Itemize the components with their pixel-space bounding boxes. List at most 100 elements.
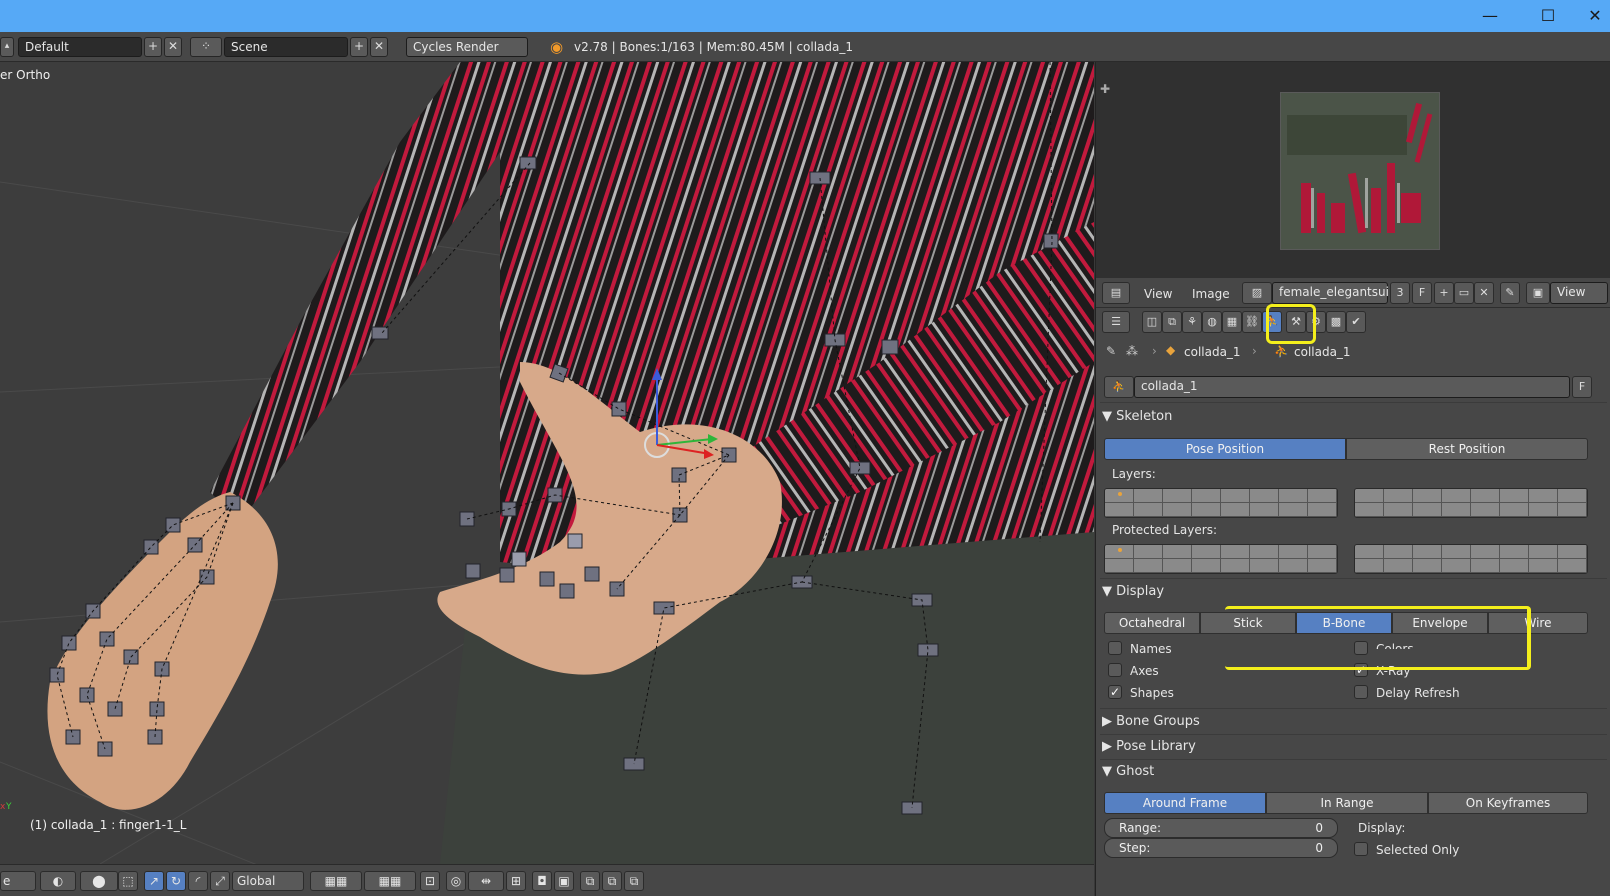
maximize-button[interactable]: ☐ [1528,4,1568,28]
add-layout-button[interactable]: + [144,37,162,57]
minimize-button[interactable]: — [1470,4,1510,28]
scene-icon[interactable]: ⁘ [190,37,222,57]
window-titlebar: — ☐ ✕ [0,0,1610,32]
menu-view[interactable]: View [1144,287,1172,301]
ghost-panel-header[interactable]: ▼ Ghost [1102,760,1605,784]
viewport-shading-select[interactable]: ◐ [40,871,76,891]
pose-library-panel-header[interactable]: ▶ Pose Library [1102,735,1605,759]
tab-texture-icon[interactable]: ▩ [1326,311,1346,333]
bone-groups-panel-header[interactable]: ▶ Bone Groups [1102,710,1605,734]
image-users-count[interactable]: 3 [1390,282,1410,304]
range-label: Range: [1119,821,1162,835]
protected-layers-grid-left[interactable] [1104,544,1338,574]
collapse-arrow-icon: ▼ [1102,409,1112,424]
ghost-title: Ghost [1116,764,1155,779]
layers-grid-2-icon[interactable]: ▦▦ [364,871,416,891]
editor-type-icon[interactable]: ▴ [0,37,14,57]
scene-field[interactable]: Scene [224,37,348,57]
skeleton-panel-header[interactable]: ▼ Skeleton [1102,405,1605,429]
breadcrumb-arrow-icon: › [1152,344,1157,358]
protected-layers-label: Protected Layers: [1112,523,1217,537]
new-image-icon[interactable]: + [1434,282,1454,304]
tab-world-icon[interactable]: ◍ [1202,311,1222,333]
ghost-around-frame-button[interactable]: Around Frame [1104,792,1266,814]
pose-paste-flip-icon[interactable]: ⧉ [624,871,644,891]
delay-refresh-checkbox[interactable] [1354,685,1368,699]
render-anim-icon[interactable]: ▣ [554,871,574,891]
render-still-icon[interactable]: ◘ [532,871,552,891]
tab-object-icon[interactable]: ▦ [1222,311,1242,333]
ghost-on-keyframes-button[interactable]: On Keyframes [1428,792,1588,814]
snap-target-icon[interactable]: ⊞ [506,871,526,891]
properties-header: ☰ ◫ ⧉ ⚘ ◍ ▦ ⛓ ⛹ ⚒ ⚙ ▩ ✔ [1096,308,1610,336]
delay-refresh-label: Delay Refresh [1376,686,1460,700]
menu-image[interactable]: Image [1192,287,1230,301]
remove-scene-button[interactable]: ✕ [370,37,388,57]
names-checkbox[interactable] [1108,641,1122,655]
editor-type-properties-icon[interactable]: ☰ [1102,311,1130,333]
tab-scene-icon[interactable]: ⚘ [1182,311,1202,333]
tab-render-layers-icon[interactable]: ⧉ [1162,311,1182,333]
layers-label: Layers: [1112,467,1156,481]
tab-constraints-icon[interactable]: ⛓ [1242,311,1262,333]
layers-grid-left[interactable] [1104,488,1338,518]
selected-only-checkbox[interactable] [1354,842,1368,856]
image-fake-user-button[interactable]: F [1412,282,1432,304]
armature-fake-user-button[interactable]: F [1572,376,1592,398]
image-name-field[interactable]: female_elegantsui... [1272,282,1400,304]
rotate-arc-icon[interactable]: ◜ [188,871,208,891]
rotate-manipulator-icon[interactable]: ↻ [166,871,186,891]
pin-image-icon[interactable]: ✎ [1500,282,1520,304]
breadcrumb-data[interactable]: collada_1 [1294,345,1351,359]
3d-viewport[interactable]: er Ortho (1) collada_1 : finger1-1_L Y x [0,62,1094,864]
breadcrumb-object[interactable]: collada_1 [1184,345,1241,359]
layers-grid-right[interactable] [1354,488,1588,518]
snap-element-select[interactable]: ⇹ [468,871,504,891]
separator [1100,708,1607,709]
shapes-checkbox[interactable]: ✓ [1108,685,1122,699]
status-stats: v2.78 | Bones:1/163 | Mem:80.45M | colla… [574,40,854,54]
ghost-range-field[interactable]: Range: 0 [1104,818,1338,838]
lock-layers-icon[interactable]: ⊡ [420,871,440,891]
ghost-step-field[interactable]: Step: 0 [1104,838,1338,858]
interaction-mode-select[interactable]: e [0,871,36,891]
scale-manipulator-icon[interactable]: ⤢ [210,871,230,891]
render-engine-select[interactable]: Cycles Render [406,37,528,57]
tab-physics-icon[interactable]: ✔ [1346,311,1366,333]
pose-paste-icon[interactable]: ⧉ [602,871,622,891]
add-scene-button[interactable]: + [350,37,368,57]
axes-checkbox[interactable] [1108,663,1122,677]
transform-orientation-select[interactable]: Global [232,871,304,891]
unlink-image-icon[interactable]: ✕ [1474,282,1494,304]
view-mode-label: er Ortho [0,68,51,82]
ghost-in-range-button[interactable]: In Range [1266,792,1428,814]
translate-manipulator-icon[interactable]: ↗ [144,871,164,891]
texture-preview [1280,92,1440,250]
image-editor-area[interactable]: ✚ [1096,62,1610,288]
image-browse-icon[interactable]: ▨ [1242,282,1272,304]
display-panel-header[interactable]: ▼ Display [1102,580,1605,604]
tab-render-icon[interactable]: ◫ [1142,311,1162,333]
pose-position-button[interactable]: Pose Position [1104,438,1346,460]
armature-browse-icon[interactable]: ⛹ [1104,376,1134,398]
remove-layout-button[interactable]: ✕ [164,37,182,57]
view-mode-icon[interactable]: ▣ [1526,282,1550,304]
pin-icon[interactable]: ✎ [1106,344,1116,358]
layers-grid-1-icon[interactable]: ▦▦ [310,871,362,891]
armature-name-field[interactable]: collada_1 [1134,376,1570,398]
area-split-icon[interactable]: ✚ [1100,82,1110,96]
open-image-icon[interactable]: ▭ [1454,282,1474,304]
protected-layers-grid-right[interactable] [1354,544,1588,574]
display-octahedral-button[interactable]: Octahedral [1104,612,1200,634]
close-button[interactable]: ✕ [1580,4,1610,28]
manipulator-toggle-icon[interactable]: ⬚ [118,871,138,891]
editor-type-image-icon[interactable]: ▤ [1102,282,1130,304]
highlight-display-section [1225,606,1531,670]
screen-layout-field[interactable]: Default [18,37,142,57]
view-mode-select[interactable]: View [1550,282,1608,304]
right-panel: ✚ ▤ View Image ▨ female_elegantsui... 3 … [1095,62,1610,896]
pose-copy-icon[interactable]: ⧉ [580,871,600,891]
pivot-point-select[interactable]: ⬤ [80,871,118,891]
proportional-edit-icon[interactable]: ◎ [446,871,466,891]
rest-position-button[interactable]: Rest Position [1346,438,1588,460]
